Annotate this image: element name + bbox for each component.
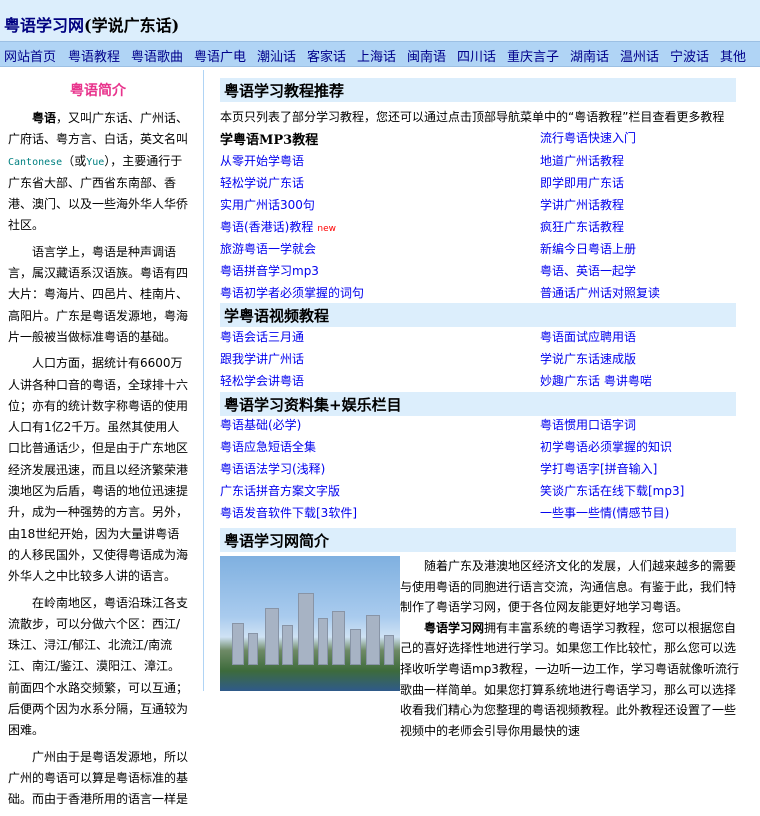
link-left3-4[interactable]: 粤语发音软件下载[3软件]	[220, 504, 357, 521]
link-right3-0[interactable]: 粤语惯用口语字词	[540, 416, 636, 433]
link-right1-3[interactable]: 学讲广州话教程	[540, 196, 624, 213]
nav-sichuan[interactable]: 四川话	[457, 46, 496, 65]
link-left3-3[interactable]: 广东话拼音方案文字版	[220, 482, 340, 499]
sidebar-bold-term: 粤语	[32, 111, 57, 125]
city-skyline-photo	[220, 556, 400, 691]
sidebar-paragraph-5: 广州由于是粤语发源地，所以广州的粤语可以算是粤语标准的基础。而由于香港所用的语言…	[8, 749, 189, 807]
nav-hunan[interactable]: 湖南话	[570, 46, 609, 65]
about-paragraph-1: 随着广东及港澳地区经济文化的发展，人们越来越多的需要与使用粤语的同胞进行语言交流…	[400, 559, 737, 615]
link-right1-7[interactable]: 普通话广州话对照复读	[540, 284, 660, 301]
link-right1-4[interactable]: 疯狂广东话教程	[540, 218, 624, 235]
section-title: 粤语学习教程推荐	[224, 82, 345, 100]
link-left1-5[interactable]: 粤语拼音学习mp3	[220, 262, 319, 279]
new-badge: new	[317, 224, 336, 234]
sidebar-paragraph-3: 人口方面，据统计有6600万人讲各种口音的粤语，全球排十六位；亦有的统计数字称粤…	[8, 356, 189, 584]
link-right1-2[interactable]: 即学即用广东话	[540, 174, 624, 191]
link-left3-1[interactable]: 粤语应急短语全集	[220, 438, 316, 455]
link-left2-0[interactable]: 粤语会话三月通	[220, 328, 304, 345]
link-right2-2[interactable]: 妙趣广东话 粤讲粤啱	[540, 372, 652, 389]
nav-tutorials[interactable]: 粤语教程	[68, 46, 120, 65]
nav-home[interactable]: 网站首页	[4, 46, 56, 65]
section-header-video: 学粤语视频教程	[220, 303, 736, 327]
link-right3-2[interactable]: 学打粤语字[拼音输入]	[540, 460, 657, 477]
link-right1-0[interactable]: 流行粤语快速入门	[540, 129, 636, 146]
site-header: 粤语学习网(学说广东话)	[0, 0, 760, 41]
link-left1-1[interactable]: 轻松学说广东话	[220, 174, 304, 191]
nav-chongqing[interactable]: 重庆言子	[507, 46, 559, 65]
nav-songs[interactable]: 粤语歌曲	[131, 46, 183, 65]
nav-wenzhou[interactable]: 温州话	[620, 46, 659, 65]
link-left1-0[interactable]: 从零开始学粤语	[220, 152, 304, 169]
link-right1-5[interactable]: 新编今日粤语上册	[540, 240, 636, 257]
nav-minnan[interactable]: 闽南语	[407, 46, 446, 65]
sidebar-title: 粤语简介	[70, 83, 126, 99]
nav-shanghai[interactable]: 上海话	[357, 46, 396, 65]
sidebar-en-term: Yue	[86, 156, 105, 168]
about-text: 随着广东及港澳地区经济文化的发展，人们越来越多的需要与使用粤语的同胞进行语言交流…	[400, 556, 742, 741]
sidebar-paragraph-1: 粤语，又叫广东话、广州话、广府话、粤方言、白话，英文名叫Cantonese（或Y…	[0, 108, 196, 237]
link-left3-0[interactable]: 粤语基础(必学)	[220, 416, 301, 433]
link-left2-2[interactable]: 轻松学会讲粤语	[220, 372, 304, 389]
nav-radio-tv[interactable]: 粤语广电	[194, 46, 246, 65]
link-left3-2[interactable]: 粤语语法学习(浅释)	[220, 460, 325, 477]
link-left1-3[interactable]: 粤语(香港话)教程	[220, 220, 313, 234]
section-header-tutorials: 粤语学习教程推荐	[220, 78, 736, 102]
nav-other[interactable]: 其他	[720, 46, 746, 65]
sidebar: 粤语简介 粤语，又叫广东话、广州话、广府话、粤方言、白话，英文名叫Cantone…	[0, 78, 196, 816]
link-right1-6[interactable]: 粤语、英语一起学	[540, 262, 636, 279]
link-right3-3[interactable]: 笑谈广东话在线下载[mp3]	[540, 482, 684, 499]
link-right2-1[interactable]: 学说广东话速成版	[540, 350, 636, 367]
link-left1-2[interactable]: 实用广州话300句	[220, 196, 315, 213]
section-title: 学粤语视频教程	[224, 307, 330, 325]
link-right3-4[interactable]: 一些事一些情(情感节目)	[540, 504, 669, 521]
nav-hakka[interactable]: 客家话	[307, 46, 346, 65]
column-divider	[203, 70, 204, 691]
sidebar-text: （或	[62, 153, 87, 168]
link-right1-1[interactable]: 地道广州话教程	[540, 152, 624, 169]
sidebar-en-term: Cantonese	[8, 156, 63, 168]
about-paragraph-2: 粤语学习网拥有丰富系统的粤语学习教程，您可以根据您自己的喜好选择性地进行学习。如…	[400, 618, 742, 742]
about-text-2: 拥有丰富系统的粤语学习教程，您可以根据您自己的喜好选择性地进行学习。如果您工作比…	[400, 620, 739, 738]
site-title[interactable]: 粤语学习网(学说广东话)	[4, 12, 179, 36]
link-left1-6[interactable]: 粤语初学者必须掌握的词句	[220, 284, 364, 301]
intro-text: 本页只列表了部分学习教程，您还可以通过点击顶部导航菜单中的“粤语教程”栏目查看更…	[220, 110, 725, 124]
link-right2-0[interactable]: 粤语面试应聘用语	[540, 328, 636, 345]
top-nav: 网站首页 粤语教程 粤语歌曲 粤语广电 潮汕话 客家话 上海话 闽南语 四川话 …	[0, 41, 760, 67]
site-title-main[interactable]: 粤语学习网	[4, 16, 84, 35]
about-bold-term: 粤语学习网	[424, 620, 485, 635]
link-left2-1[interactable]: 跟我学讲广州话	[220, 350, 304, 367]
section-title: 粤语学习网简介	[224, 532, 330, 550]
nav-ningbo[interactable]: 宁波话	[670, 46, 709, 65]
link-left1-4[interactable]: 旅游粤语一学就会	[220, 240, 316, 257]
section-header-resources: 粤语学习资料集+娱乐栏目	[220, 392, 736, 416]
link-right3-1[interactable]: 初学粤语必须掌握的知识	[540, 438, 672, 455]
sidebar-paragraph-2: 语言学上，粤语是种声调语言，属汉藏语系汉语族。粤语有四大片：粤海片、四邑片、桂南…	[8, 244, 189, 344]
nav-chaoshan[interactable]: 潮汕话	[257, 46, 296, 65]
subheading-mp3: 学粤语MP3教程	[220, 133, 319, 148]
section-header-about: 粤语学习网简介	[220, 528, 736, 552]
site-title-sub: (学说广东话)	[84, 16, 180, 35]
section-title: 粤语学习资料集+娱乐栏目	[224, 396, 402, 414]
link-left1-3-wrap: 粤语(香港话)教程 new	[220, 218, 336, 235]
sidebar-paragraph-4: 在岭南地区，粤语沿珠江各支流散步，可以分做六个区：西江/珠江、浔江/郁江、北流江…	[8, 595, 189, 738]
